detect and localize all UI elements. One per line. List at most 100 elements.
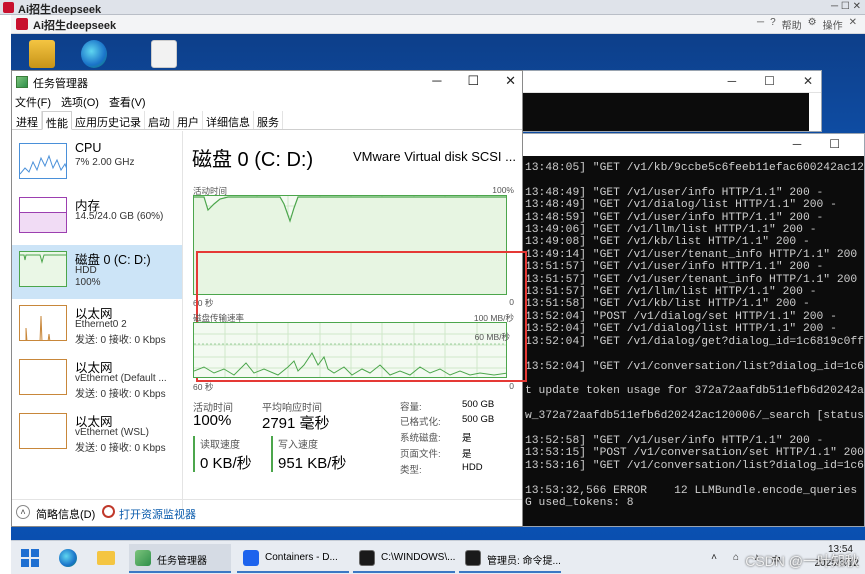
- tray-expand-icon[interactable]: ˄: [711, 552, 717, 563]
- document-icon[interactable]: [151, 40, 177, 68]
- terminal-icon: [465, 550, 481, 566]
- console-line: G used_tokens: 8: [525, 496, 634, 509]
- tab-app-history[interactable]: 应用历史记录: [72, 111, 145, 129]
- network-icon[interactable]: ⌂: [733, 552, 739, 563]
- minimize-icon[interactable]: ─: [432, 73, 441, 89]
- console-controls[interactable]: ─ ☐: [793, 137, 840, 151]
- device-traffic: 发送: 0 接收: 0 Kbps: [75, 443, 166, 454]
- task-manager-window[interactable]: 任务管理器 ─ ☐ ✕ 文件(F) 选项(O) 查看(V) 进程 性能 应用历史…: [11, 70, 527, 527]
- tab-startup[interactable]: 启动: [145, 111, 174, 129]
- close-icon[interactable]: ✕: [505, 73, 516, 89]
- resource-monitor-icon[interactable]: [102, 505, 115, 518]
- gear-icon[interactable]: ⚙: [808, 17, 817, 32]
- terminal-icon: [359, 550, 375, 566]
- write-speed-marker: [271, 436, 273, 472]
- prop-system-disk-label: 系统磁盘:: [400, 433, 441, 444]
- device-detail: HDD: [75, 265, 97, 276]
- help-icon[interactable]: ?: [770, 17, 776, 32]
- device-ethernet-2[interactable]: 以太网 vEthernet (Default ... 发送: 0 接收: 0 K…: [12, 353, 182, 407]
- task-manager-icon: [135, 550, 151, 566]
- console-line: w_372a72aafdb511efb6d20242ac120006/_sear…: [525, 410, 864, 423]
- vm-tab-title[interactable]: Ai招生deepseek: [33, 17, 116, 33]
- console-line: 13:49:06] "GET /v1/llm/list HTTP/1.1" 20…: [525, 224, 817, 237]
- device-usage: 100%: [75, 277, 101, 288]
- device-name: CPU: [75, 141, 102, 155]
- tab-users[interactable]: 用户: [174, 111, 203, 129]
- edge-browser-icon[interactable]: [81, 40, 107, 68]
- tab-performance[interactable]: 性能: [42, 111, 72, 130]
- action-label[interactable]: 操作: [823, 17, 843, 32]
- edge-taskbar-icon[interactable]: [59, 544, 81, 572]
- console-line: 13:48:59] "GET /v1/user/info HTTP/1.1" 2…: [525, 211, 824, 224]
- file-explorer-icon[interactable]: [97, 544, 119, 572]
- close-icon[interactable]: ✕: [803, 74, 813, 88]
- taskbar: 任务管理器 Containers - D... C:\WINDOWS\... 管…: [11, 540, 865, 574]
- maximize-icon[interactable]: ☐: [467, 73, 479, 89]
- memory-thumbnail: [19, 197, 67, 233]
- console-line: 13:48:05] "GET /v1/kb/9ccbe5c6feeb11efac…: [525, 162, 864, 174]
- device-ethernet-3[interactable]: 以太网 vEthernet (WSL) 发送: 0 接收: 0 Kbps: [12, 407, 182, 461]
- taskbar-app-admin-cmd[interactable]: 管理员: 命令提...: [459, 544, 561, 573]
- console-line: 13:49:14] "GET /v1/user/tenant_info HTTP…: [525, 248, 864, 261]
- console-window[interactable]: ─ ☐ 13:48:05] "GET /v1/kb/9ccbe5c6feeb11…: [500, 133, 865, 527]
- menu-view[interactable]: 查看(V): [109, 94, 146, 110]
- user-folder-icon[interactable]: [29, 40, 55, 68]
- menu-file[interactable]: 文件(F): [15, 94, 51, 110]
- tab-strip: 进程 性能 应用历史记录 启动 用户 详细信息 服务: [12, 111, 522, 130]
- menu-options[interactable]: 选项(O): [61, 94, 99, 110]
- taskbar-app-cmd[interactable]: C:\WINDOWS\...: [353, 544, 455, 573]
- chart-zero-label: 0: [509, 381, 514, 391]
- prop-capacity-label: 容量:: [400, 402, 422, 413]
- console-line: 13:52:04] "GET /v1/dialog/list HTTP/1.1"…: [525, 323, 837, 336]
- avg-response-value: 2791 毫秒: [262, 415, 330, 432]
- maximize-icon[interactable]: ☐: [764, 74, 775, 88]
- console-line: 13:51:58] "GET /v1/kb/list HTTP/1.1" 200…: [525, 298, 810, 311]
- disk-detail-pane: 磁盘 0 (C: D:) VMware Virtual disk SCSI ..…: [184, 131, 527, 511]
- ethernet-thumbnail: [19, 359, 67, 395]
- disk-thumbnail: [19, 251, 67, 287]
- console-output: 13:48:05] "GET /v1/kb/9ccbe5c6feeb11efac…: [522, 156, 864, 526]
- csdn-watermark: CSDN @一叶知秋: [745, 553, 859, 569]
- task-manager-title: 任务管理器: [33, 78, 88, 90]
- device-ethernet-1[interactable]: 以太网 Ethernet0 2 发送: 0 接收: 0 Kbps: [12, 299, 182, 353]
- chart-max-label: 100%: [492, 185, 514, 195]
- device-memory[interactable]: 内存 14.5/24.0 GB (60%): [12, 191, 182, 245]
- vm-app-icon: [3, 2, 14, 13]
- background-window-controls[interactable]: ─ ☐ ✕: [728, 74, 813, 88]
- device-disk0[interactable]: 磁盘 0 (C: D:) HDD 100%: [12, 245, 182, 299]
- tab-details[interactable]: 详细信息: [203, 111, 254, 129]
- console-line: 13:51:57] "GET /v1/llm/list HTTP/1.1" 20…: [525, 286, 817, 299]
- minimize-icon[interactable]: ─: [793, 137, 802, 151]
- background-window[interactable]: ─ ☐ ✕: [500, 70, 822, 132]
- device-traffic: 发送: 0 接收: 0 Kbps: [75, 335, 166, 346]
- help-label[interactable]: 帮助: [782, 17, 802, 32]
- taskbar-app-label: Containers - D...: [265, 552, 338, 563]
- maximize-icon[interactable]: ☐: [829, 137, 840, 151]
- close-icon[interactable]: ✕: [849, 17, 857, 32]
- disk-title: 磁盘 0 (C: D:): [192, 149, 314, 171]
- active-time-value: 100%: [193, 412, 232, 429]
- prop-type-label: 类型:: [400, 465, 422, 476]
- fewer-details-link[interactable]: 简略信息(D): [36, 506, 95, 522]
- minimize-icon[interactable]: ─: [728, 74, 737, 88]
- device-detail: Ethernet0 2: [75, 319, 127, 330]
- device-list: CPU 7% 2.00 GHz 内存 14.5/24.0 GB (60%) 磁盘…: [12, 131, 183, 511]
- device-traffic: 发送: 0 接收: 0 Kbps: [75, 389, 166, 400]
- tab-processes[interactable]: 进程: [13, 111, 42, 129]
- minimize-icon[interactable]: ─: [757, 17, 764, 32]
- console-line: 13:53:15] "POST /v1/conversation/set HTT…: [525, 447, 864, 460]
- console-line: 13:53:16] "GET /v1/conversation/list?dia…: [525, 459, 864, 472]
- task-manager-footer: ˄ 简略信息(D) 打开资源监视器: [12, 499, 522, 525]
- device-cpu[interactable]: CPU 7% 2.00 GHz: [12, 137, 182, 191]
- taskbar-app-containers[interactable]: Containers - D...: [237, 544, 349, 573]
- vm-window-controls[interactable]: ─ ☐ ✕: [831, 1, 861, 12]
- vm-toolbar: ─ ? 帮助 ⚙ 操作 ✕: [757, 17, 857, 32]
- open-resource-monitor-link[interactable]: 打开资源监视器: [119, 506, 196, 522]
- chevron-up-icon[interactable]: ˄: [16, 505, 30, 519]
- console-line: t update token usage for 372a72aafdb511e…: [525, 385, 864, 398]
- windows-start-icon[interactable]: [21, 544, 43, 572]
- tab-services[interactable]: 服务: [254, 111, 283, 129]
- taskbar-app-task-manager[interactable]: 任务管理器: [129, 544, 231, 573]
